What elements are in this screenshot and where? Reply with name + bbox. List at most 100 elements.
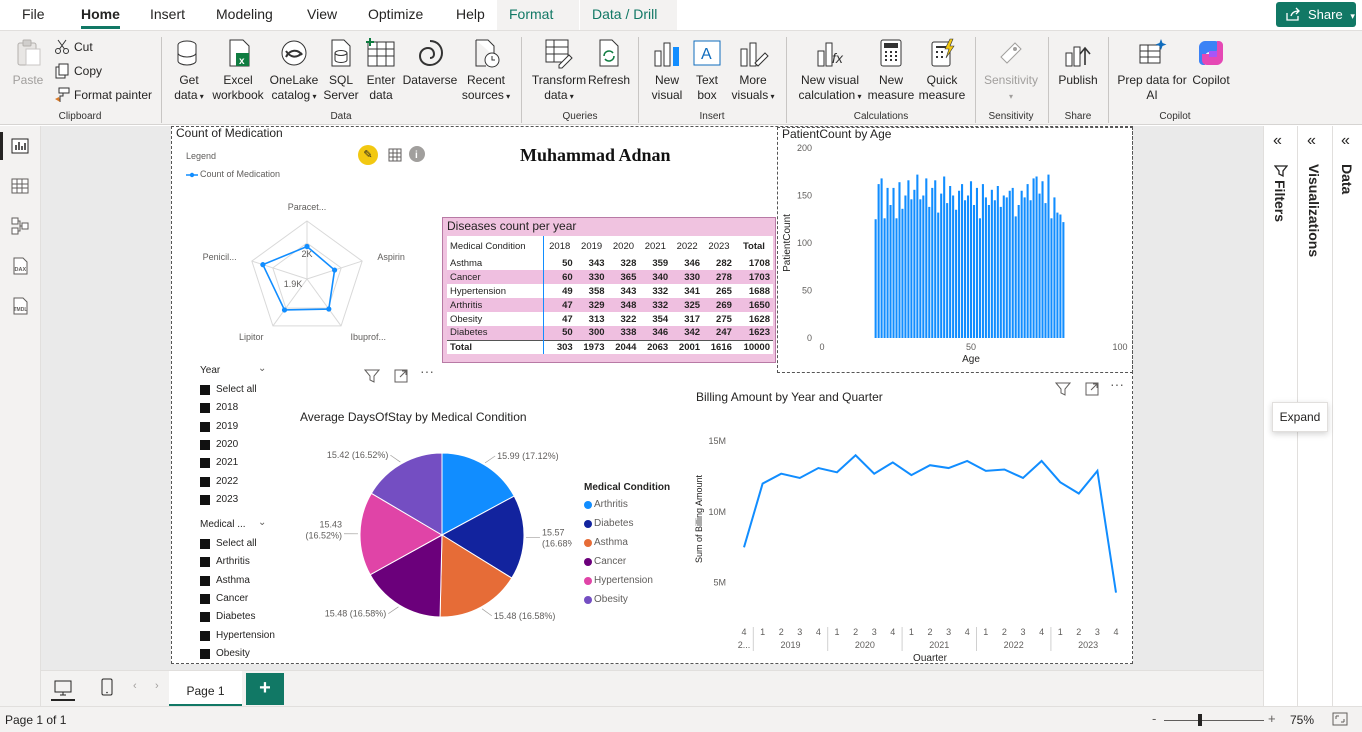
slicer-item[interactable]: 2020 [200,436,238,454]
dataverse-button[interactable]: Dataverse [402,37,458,88]
pie-legend-item[interactable]: Obesity [584,593,628,607]
fit-to-page-icon[interactable] [1332,712,1348,726]
radar-visual[interactable]: Count of Medication Legend Count of Medi… [172,126,442,359]
bar[interactable] [1053,197,1056,338]
bar[interactable] [940,193,943,338]
bar[interactable] [963,200,967,338]
slicer-item[interactable]: Select all [200,535,257,553]
table-header-cell[interactable]: Medical Condition [447,236,544,256]
checkbox[interactable] [200,385,210,395]
pie-legend-item[interactable]: Hypertension [584,574,653,588]
table-row[interactable]: Asthma 50 343 328 359 346 282 1708 [447,256,773,270]
pie-legend-item[interactable]: Cancer [584,555,626,569]
page-tab-page-1[interactable]: Page 1 [169,671,242,707]
filter-icon[interactable] [364,368,380,384]
bar[interactable] [946,203,949,338]
tab-file[interactable]: File [10,0,57,30]
bar[interactable] [874,219,877,338]
radar-point[interactable] [331,267,338,273]
table-view-icon[interactable] [10,176,30,196]
bar[interactable] [1008,190,1011,338]
table-row[interactable]: Hypertension 49 358 343 332 341 265 1688 [447,284,773,298]
bar[interactable] [877,184,880,338]
bar[interactable] [978,218,981,338]
bar[interactable] [925,178,928,338]
table-header-cell[interactable]: 2019 [576,236,608,256]
report-view-icon[interactable] [10,136,30,156]
slicer-item[interactable]: Hypertension [200,627,275,645]
zoom-in-button[interactable]: + [1268,711,1276,726]
slicer-item[interactable]: 2023 [200,491,238,509]
copilot-button[interactable]: Copilot [1188,37,1234,88]
bar[interactable] [1041,181,1044,338]
condition-slicer[interactable]: Medical ... ⌄ Select all Arthritis Asthma C… [200,517,280,659]
model-view-icon[interactable] [10,216,30,236]
slicer-item[interactable]: Obesity [200,645,250,663]
chevron-down-icon[interactable]: ⌄ [258,517,266,528]
table-row[interactable]: Cancer 60 330 365 340 330 278 1703 [447,270,773,284]
zoom-slider-track[interactable] [1164,720,1264,721]
bar[interactable] [892,187,895,338]
bar[interactable] [1011,187,1014,338]
checkbox[interactable] [200,458,210,469]
bar[interactable] [895,218,898,338]
bar[interactable] [913,189,916,338]
bar[interactable] [1059,214,1062,339]
bar[interactable] [1002,195,1005,339]
cut-button[interactable]: Cut [54,37,93,57]
bar[interactable] [901,208,904,338]
mobile-layout-icon[interactable] [99,677,115,697]
bar[interactable] [1005,197,1008,338]
bar[interactable] [1014,216,1017,338]
table-row[interactable]: Diabetes 50 300 338 346 342 247 1623 [447,326,773,340]
checkbox[interactable] [200,557,210,568]
tab-data-drill[interactable]: Data / Drill [580,0,677,30]
pie-legend-item[interactable]: Arthritis [584,498,628,512]
new-measure-button[interactable]: New measure [866,37,916,103]
bar[interactable] [955,209,958,338]
report-title-textbox[interactable]: Muhammad Adnan [520,145,671,166]
bar[interactable] [1032,178,1035,338]
slicer-item[interactable]: 2021 [200,454,238,472]
bar[interactable] [1026,184,1029,338]
checkbox[interactable] [200,494,210,505]
bar[interactable] [931,187,934,338]
table-header-cell[interactable]: 2020 [608,236,640,256]
format-painter-button[interactable]: Format painter [54,85,152,105]
dax-query-view-icon[interactable]: DAX [10,256,30,276]
slicer-item[interactable]: Asthma [200,572,250,590]
sql-server-button[interactable]: SQL Server [322,37,360,103]
recent-sources-button[interactable]: Recent sources ▾ [460,37,512,104]
publish-button[interactable]: Publish [1056,37,1100,88]
table-header-cell[interactable]: Total [735,236,773,256]
patientcount-visual[interactable]: PatientCount by Age 0 50 100 150 200 0 50 100 Ag… [777,127,1133,373]
bar[interactable] [934,180,937,338]
bar[interactable] [990,189,993,338]
scroll-left-icon[interactable]: ‹ [133,680,137,692]
bar[interactable] [975,187,979,338]
tab-home[interactable]: Home [69,0,132,30]
sensitivity-button[interactable]: Sensitivity ▾ [982,37,1040,104]
expand-chevron-icon[interactable]: « [1273,132,1282,150]
bar[interactable] [889,205,892,338]
expand-chevron-icon[interactable]: « [1341,132,1350,150]
bar[interactable] [984,197,987,338]
bar[interactable] [1044,203,1047,338]
bar[interactable] [981,184,984,338]
bar[interactable] [999,206,1002,338]
tab-insert[interactable]: Insert [138,0,197,30]
bar[interactable] [928,206,931,338]
slicer-item[interactable]: 2022 [200,473,238,491]
tab-view[interactable]: View [295,0,349,30]
bar[interactable] [1047,174,1050,338]
more-visuals-button[interactable]: More visuals ▾ [730,37,776,104]
bar[interactable] [993,200,996,338]
tab-help[interactable]: Help [444,0,497,30]
text-box-button[interactable]: A Text box [690,37,724,103]
copy-button[interactable]: Copy [54,61,102,81]
bar[interactable] [907,180,910,338]
table-row[interactable]: Arthritis 47 329 348 332 325 269 1650 [447,298,773,312]
table-header-cell[interactable]: 2022 [671,236,703,256]
checkbox[interactable] [200,648,210,659]
transform-data-button[interactable]: Transform data ▾ [530,37,588,104]
